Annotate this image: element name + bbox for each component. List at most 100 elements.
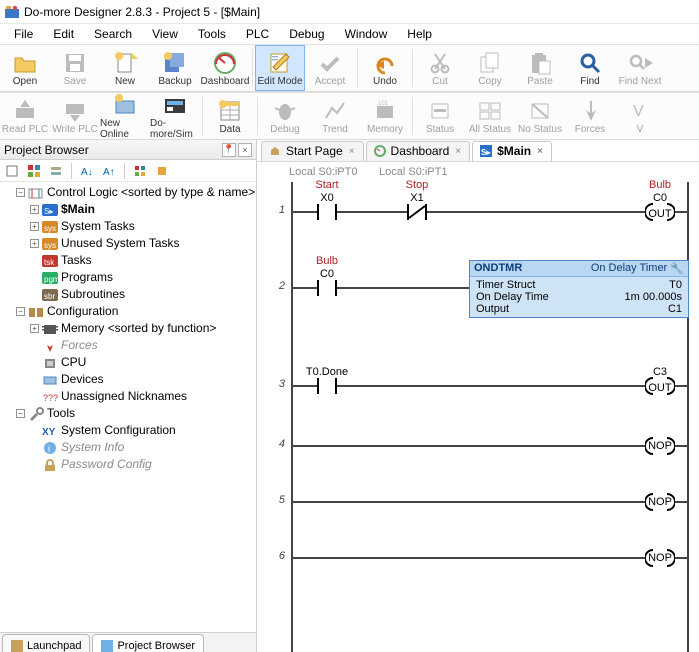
tool-edit-mode[interactable]: Edit Mode — [255, 45, 305, 91]
tree-label[interactable]: System Configuration — [61, 422, 176, 439]
panel-pin-button[interactable]: 📍 — [222, 143, 236, 157]
tool-dashboard[interactable]: Dashboard — [200, 45, 250, 91]
toolbtn-label: New Online — [100, 118, 150, 140]
cpu-icon — [42, 356, 58, 370]
tool-do-more-sim[interactable]: Do-more/Sim — [150, 93, 200, 139]
coil[interactable] — [645, 437, 675, 455]
menu-item-plc[interactable]: PLC — [236, 25, 279, 43]
coil[interactable] — [645, 549, 675, 567]
ladder-editor[interactable]: 1X0StartLocal S0:iPT0X1StopLocal S0:iPT1… — [257, 162, 699, 652]
sidebar-tab-launchpad[interactable]: Launchpad — [2, 634, 90, 652]
tree-expander[interactable]: − — [16, 188, 25, 197]
tool-write-plc: Write PLC — [50, 93, 100, 139]
close-icon[interactable]: × — [347, 146, 357, 157]
document-tab-dashboard[interactable]: Dashboard× — [366, 141, 471, 161]
tool-backup[interactable]: Backup — [150, 45, 200, 91]
tree-expander[interactable]: + — [30, 324, 39, 333]
tree-label[interactable]: Programs — [61, 269, 113, 286]
tree-expander[interactable]: + — [30, 222, 39, 231]
tree-label[interactable]: Memory <sorted by function> — [61, 320, 216, 337]
contact[interactable] — [317, 204, 337, 220]
tree-label[interactable]: Password Config — [61, 456, 152, 473]
tree-label[interactable]: Forces — [61, 337, 98, 354]
toolbtn-label: Write PLC — [52, 124, 97, 135]
tree-label[interactable]: CPU — [61, 354, 86, 371]
tool-data[interactable]: Data — [205, 93, 255, 139]
contact[interactable] — [317, 378, 337, 394]
tree-label[interactable]: Tasks — [61, 252, 92, 269]
svg-text:XY: XY — [42, 427, 56, 438]
tree-label[interactable]: $Main — [61, 201, 95, 218]
pt-btn-3[interactable] — [46, 162, 66, 180]
tree-label[interactable]: System Tasks — [61, 218, 135, 235]
sidebar-tab-project-browser[interactable]: Project Browser — [92, 634, 204, 652]
document-tab--main[interactable]: S▸$Main× — [472, 141, 552, 161]
rung-number: 4 — [257, 438, 285, 450]
menu-item-help[interactable]: Help — [397, 25, 442, 43]
tree-label[interactable]: Tools — [47, 405, 75, 422]
tree-expander[interactable]: − — [16, 409, 25, 418]
instr-val: 1m 00.000s — [625, 291, 682, 303]
close-icon[interactable]: × — [453, 146, 463, 157]
tree-label[interactable]: Subroutines — [61, 286, 125, 303]
menu-item-edit[interactable]: Edit — [43, 25, 84, 43]
coil-name: Bulb — [635, 179, 685, 191]
toolbtn-label: Backup — [158, 76, 191, 87]
tree-label[interactable]: Unassigned Nicknames — [61, 388, 187, 405]
data-icon — [217, 98, 243, 124]
menu-item-search[interactable]: Search — [84, 25, 142, 43]
accept-icon — [317, 50, 343, 76]
pt-btn-6[interactable] — [130, 162, 150, 180]
menu-item-view[interactable]: View — [142, 25, 188, 43]
tool-open[interactable]: Open — [0, 45, 50, 91]
tree-label[interactable]: Unused System Tasks — [61, 235, 180, 252]
project-tree[interactable]: − Control Logic <sorted by type & name> + S… — [0, 182, 256, 632]
tree-expander[interactable]: + — [30, 239, 39, 248]
document-tab-start-page[interactable]: Start Page× — [261, 141, 364, 161]
findnext-icon — [627, 50, 653, 76]
menu-item-window[interactable]: Window — [335, 25, 398, 43]
coil[interactable] — [645, 203, 675, 221]
tree-label[interactable]: Configuration — [47, 303, 118, 320]
pt-btn-4[interactable]: A↓ — [77, 162, 97, 180]
tool-new[interactable]: New — [100, 45, 150, 91]
pt-btn-1[interactable] — [2, 162, 22, 180]
tree-label[interactable]: Devices — [61, 371, 104, 388]
tool-undo[interactable]: Undo — [360, 45, 410, 91]
menu-bar: FileEditSearchViewToolsPLCDebugWindowHel… — [0, 24, 699, 44]
rung-number: 5 — [257, 494, 285, 506]
trend-icon — [322, 98, 348, 124]
toolbtn-label: Find Next — [619, 76, 662, 87]
nostatus-icon — [527, 98, 553, 124]
tool-no-status: No Status — [515, 93, 565, 139]
contact[interactable] — [317, 280, 337, 296]
contact-addr: X1 — [387, 192, 447, 204]
menu-item-tools[interactable]: Tools — [188, 25, 236, 43]
instr-key: Output — [476, 303, 509, 315]
pt-btn-5[interactable]: A↑ — [99, 162, 119, 180]
instruction-box[interactable]: ONDTMROn Delay Timer 🔧Timer StructT0On D… — [469, 260, 689, 318]
svg-text:S▸: S▸ — [481, 148, 491, 157]
tree-expander[interactable]: − — [16, 307, 25, 316]
start-icon — [268, 144, 282, 158]
coil[interactable] — [645, 493, 675, 511]
svg-text:A↑: A↑ — [103, 167, 115, 178]
tool-find-next: Find Next — [615, 45, 665, 91]
tree-expander[interactable]: + — [30, 205, 39, 214]
tool-accept: Accept — [305, 45, 355, 91]
panel-close-button[interactable]: × — [238, 143, 252, 157]
pt-btn-2[interactable] — [24, 162, 44, 180]
tool-new-online[interactable]: New Online — [100, 93, 150, 139]
tree-label[interactable]: System Info — [61, 439, 124, 456]
tree-label[interactable]: Control Logic <sorted by type & name> — [47, 184, 255, 201]
contact[interactable] — [407, 204, 427, 220]
app-icon — [4, 4, 20, 20]
coil[interactable] — [645, 377, 675, 395]
tool-find[interactable]: Find — [565, 45, 615, 91]
inf-icon: i — [42, 441, 58, 455]
wrench-icon[interactable]: 🔧 — [670, 262, 684, 275]
pt-btn-7[interactable] — [152, 162, 172, 180]
menu-item-file[interactable]: File — [4, 25, 43, 43]
menu-item-debug[interactable]: Debug — [279, 25, 334, 43]
close-icon[interactable]: × — [535, 146, 545, 157]
